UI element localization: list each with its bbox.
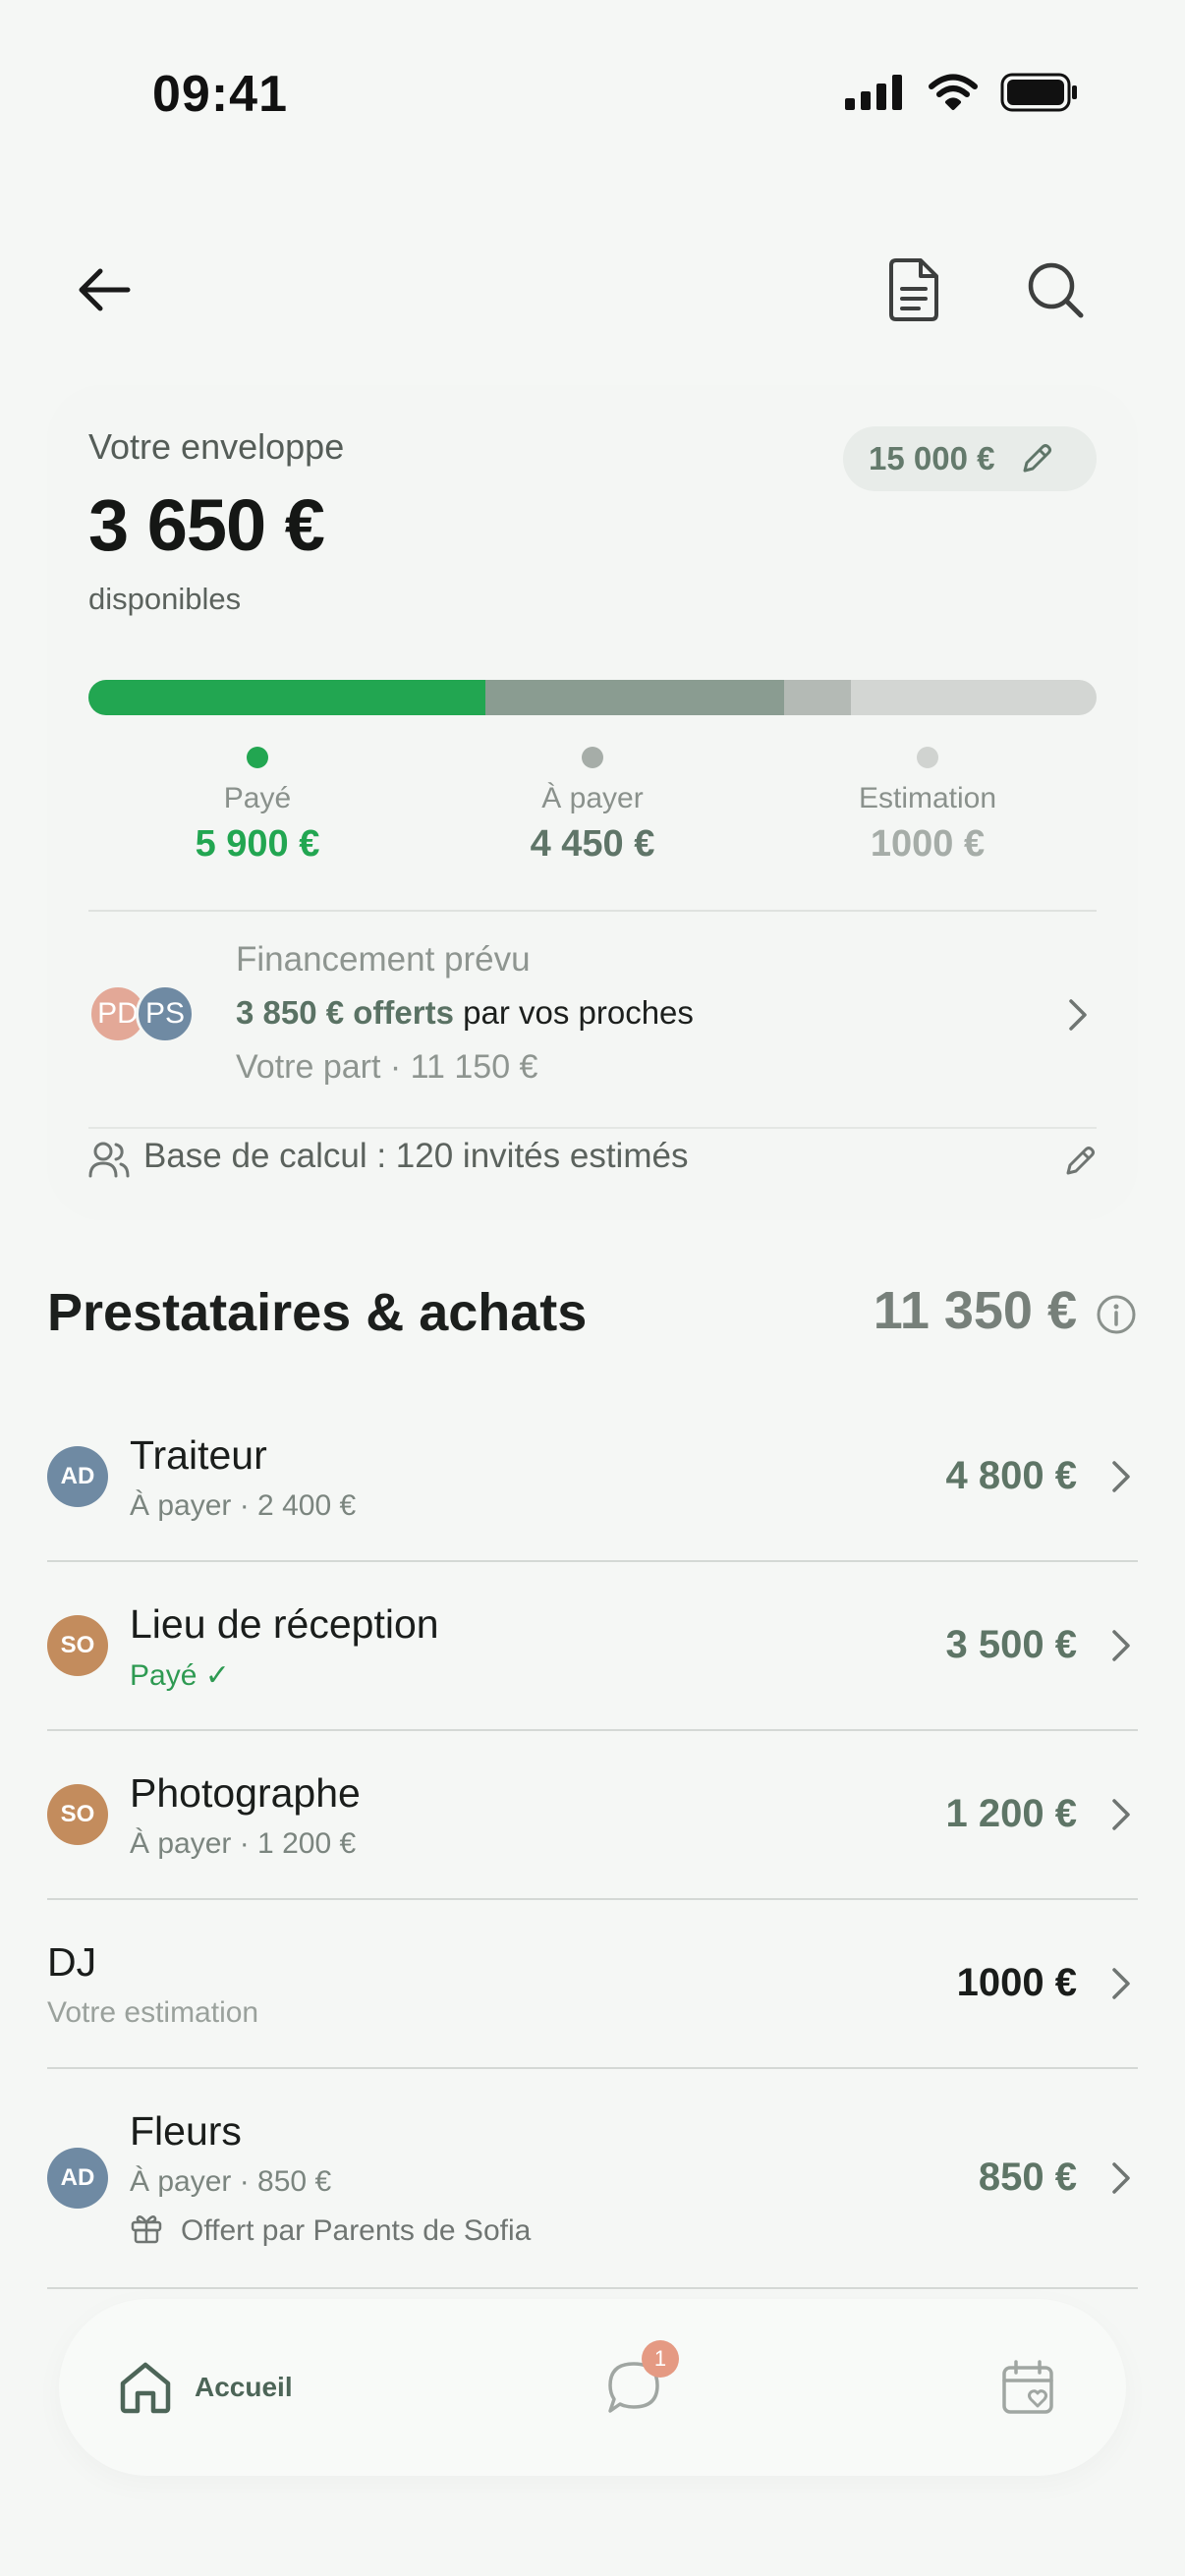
battery-icon [1000, 73, 1077, 112]
envelope-available-amount: 3 650 € [88, 484, 325, 566]
legend-label-estimate: Estimation [858, 782, 997, 814]
tab-messages[interactable]: 1 [604, 2299, 679, 2476]
guest-base-text: Base de calcul : 120 invités estimés [143, 1137, 689, 1175]
vendor-amount: 3 500 € [945, 1623, 1077, 1666]
vendor-gift-note: Offert par Parents de Sofia [181, 2214, 532, 2247]
vendor-avatar: AD [47, 2148, 108, 2209]
bottom-navigation: Accueil 1 [59, 2299, 1126, 2476]
vendor-name: Lieu de réception [130, 1601, 439, 1647]
chevron-right-icon [1112, 2162, 1130, 2194]
top-navigation [0, 241, 1185, 339]
vendor-amount: 4 800 € [945, 1454, 1077, 1497]
pencil-icon [1066, 1147, 1095, 1175]
messages-badge: 1 [642, 2340, 679, 2378]
envelope-label: Votre enveloppe [88, 426, 345, 467]
avatar-ps: PS [136, 984, 195, 1043]
vendor-row-traiteur[interactable]: AD Traiteur À payer · 2 400 € 4 800 € [47, 1395, 1138, 1560]
status-time: 09:41 [152, 66, 288, 123]
legend-label-to-pay: À payer [541, 782, 644, 814]
legend-value-estimate: 1000 € [870, 823, 986, 865]
calendar-heart-icon [1002, 2360, 1053, 2414]
vendor-name: DJ [47, 1939, 97, 1985]
vendor-status: À payer · 1 200 € [130, 1827, 357, 1860]
budget-progress-bar [88, 680, 1097, 715]
legend-to-pay: À payer 4 450 € [465, 747, 720, 866]
envelope-sub-label: disponibles [88, 582, 242, 616]
users-icon [88, 1142, 130, 1178]
section-total: 11 350 € [873, 1281, 1077, 1340]
legend-paid: Payé 5 900 € [130, 747, 385, 866]
gift-icon [131, 2214, 162, 2244]
financing-title: Financement prévu [236, 940, 531, 979]
edit-total-button[interactable]: 15 000 € [843, 426, 1097, 491]
legend-value-paid: 5 900 € [195, 823, 320, 865]
row-separator [47, 2287, 1138, 2289]
vendor-amount: 1000 € [956, 1961, 1077, 2004]
progress-segment-paid [88, 680, 485, 715]
tab-home-label: Accueil [195, 2372, 293, 2402]
envelope-total: 15 000 € [869, 440, 995, 476]
tab-calendar[interactable] [1000, 2299, 1055, 2476]
info-icon[interactable] [1096, 1294, 1137, 1335]
back-button[interactable] [55, 241, 153, 339]
vendor-status-paid: Payé ✓ [130, 1659, 230, 1692]
progress-segment-to-pay [484, 680, 784, 715]
progress-segment-estimate [783, 680, 852, 715]
chevron-right-icon [1112, 1630, 1130, 1661]
guest-base-row[interactable]: Base de calcul : 120 invités estimés [88, 1137, 1097, 1186]
chevron-right-icon [1069, 999, 1087, 1031]
vendor-amount: 850 € [978, 2156, 1077, 2199]
vendor-row-dj[interactable]: DJ Votre estimation 1000 € [47, 1900, 1138, 2067]
document-button[interactable] [865, 241, 963, 339]
card-divider-2 [88, 1127, 1097, 1129]
financing-row[interactable]: PD PS Financement prévu 3 850 € offerts … [88, 940, 1097, 1097]
status-bar: 09:41 [0, 0, 1185, 187]
signal-icon [845, 75, 902, 110]
vendor-avatar: AD [47, 1446, 108, 1507]
envelope-card: Votre enveloppe 3 650 € disponibles 15 0… [47, 385, 1138, 1220]
wifi-icon [929, 74, 978, 110]
vendor-row-lieu-de-reception[interactable]: SO Lieu de réception Payé ✓ 3 500 € [47, 1562, 1138, 1729]
vendor-name: Photographe [130, 1770, 361, 1816]
financing-offered-amount: 3 850 € offerts [236, 994, 454, 1031]
legend-dot-estimate [917, 747, 938, 768]
pencil-icon [1023, 444, 1052, 473]
legend-value-to-pay: 4 450 € [530, 823, 655, 865]
legend-dot-to-pay [582, 747, 603, 768]
search-icon [1028, 262, 1084, 318]
document-icon [889, 258, 938, 321]
vendor-avatar: SO [47, 1784, 108, 1845]
vendor-status: À payer · 2 400 € [130, 1489, 357, 1522]
vendor-status: Votre estimation [47, 1996, 259, 2029]
card-divider [88, 910, 1097, 912]
vendor-status: À payer · 850 € [130, 2165, 332, 2198]
vendor-row-photographe[interactable]: SO Photographe À payer · 1 200 € 1 200 € [47, 1731, 1138, 1898]
vendor-name: Traiteur [130, 1432, 267, 1478]
search-button[interactable] [1006, 241, 1104, 339]
section-title: Prestataires & achats [47, 1283, 588, 1342]
status-icons [845, 73, 1079, 112]
chevron-right-icon [1112, 1968, 1130, 1999]
legend-label-paid: Payé [223, 782, 292, 814]
home-icon [120, 2362, 171, 2414]
tab-home[interactable]: Accueil [118, 2299, 293, 2476]
arrow-left-icon [79, 268, 131, 311]
vendor-name: Fleurs [130, 2108, 242, 2154]
legend-estimate: Estimation 1000 € [800, 747, 1055, 866]
chevron-right-icon [1112, 1799, 1130, 1830]
vendor-amount: 1 200 € [945, 1792, 1077, 1835]
budget-legend: Payé 5 900 € À payer 4 450 € Estimation … [88, 747, 1097, 865]
vendor-avatar: SO [47, 1615, 108, 1676]
financing-your-part: Votre part · 11 150 € [236, 1048, 538, 1086]
legend-dot-paid [247, 747, 268, 768]
financing-offered-by: par vos proches [453, 994, 694, 1031]
financing-summary: 3 850 € offerts par vos proches [236, 994, 694, 1032]
vendor-row-fleurs[interactable]: AD Fleurs À payer · 850 € Offert par Par… [47, 2069, 1138, 2287]
chevron-right-icon [1112, 1461, 1130, 1492]
